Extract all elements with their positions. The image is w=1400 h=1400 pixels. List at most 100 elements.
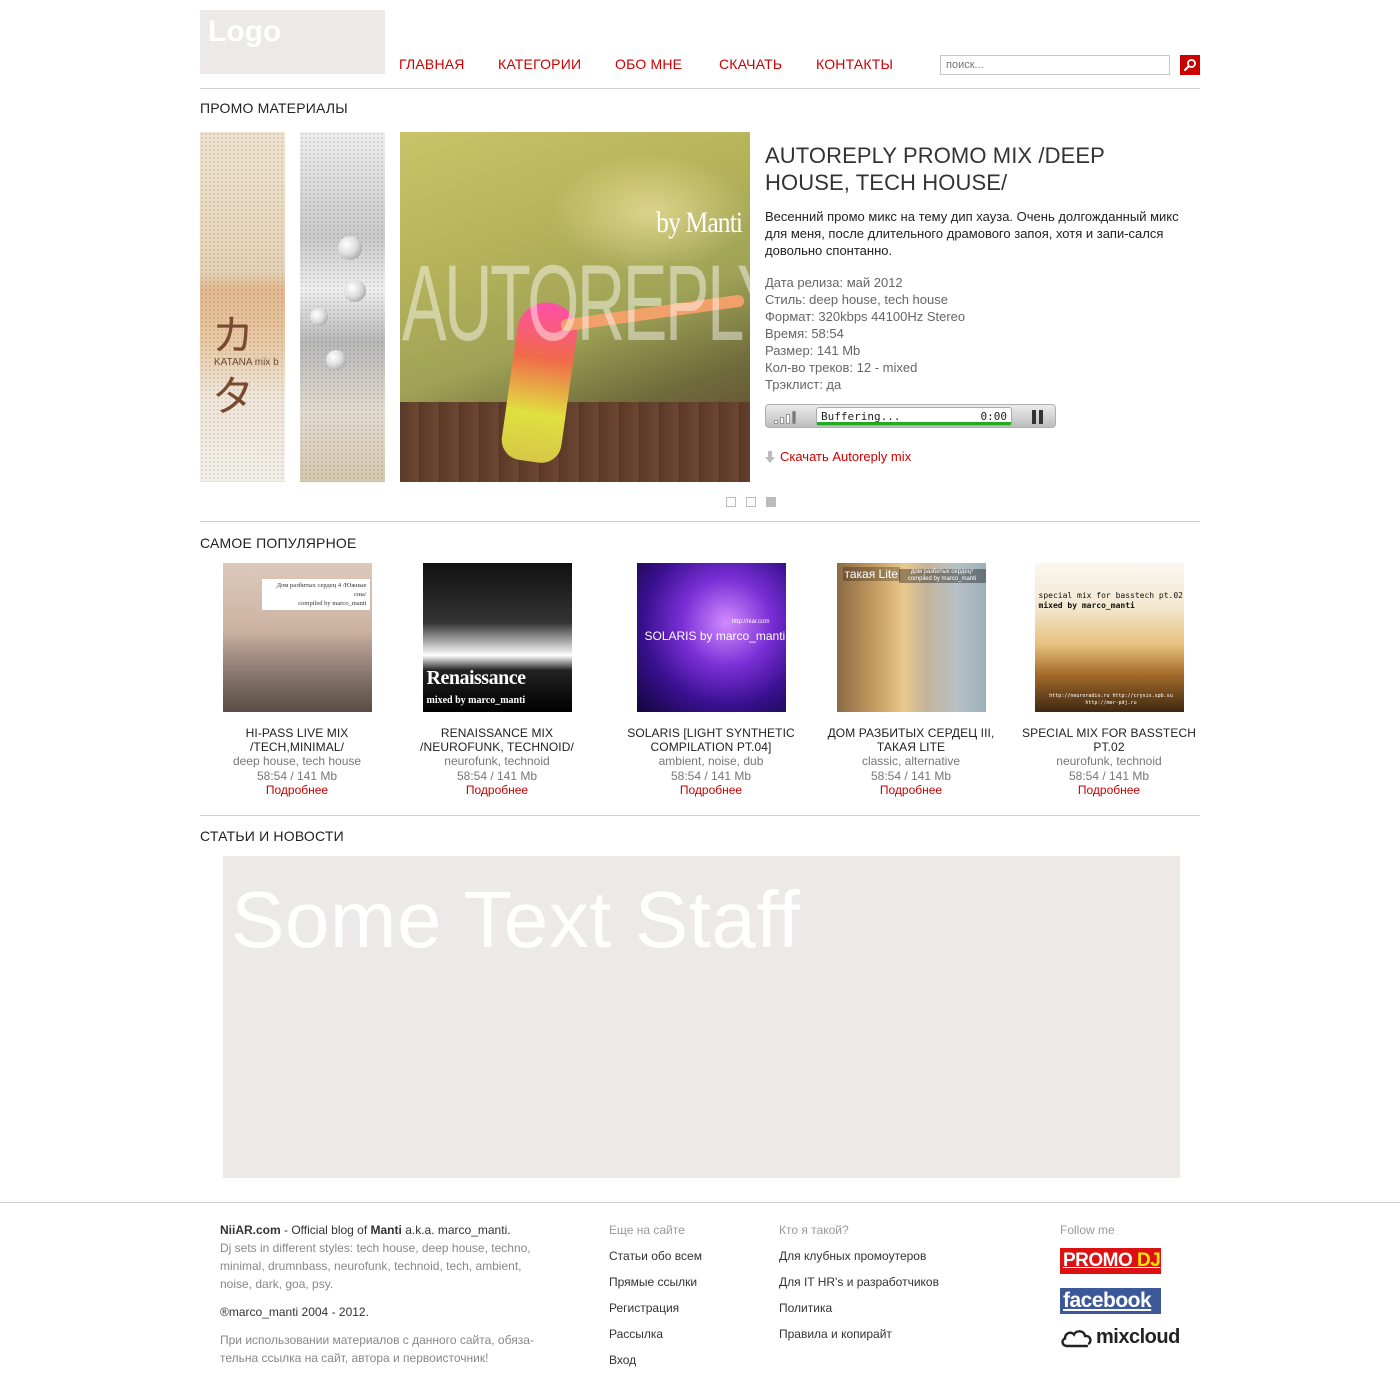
promo-cover-autoreply[interactable]: AUTOREPLY by Manti	[400, 132, 750, 482]
thumb-art-ball	[326, 350, 346, 370]
popular-item-title: SOLARIS [LIGHT SYNTHETIC COMPILATION PT.…	[627, 726, 795, 754]
popular-item-more-link[interactable]: Подробнее	[816, 783, 1006, 798]
popular-item-more-link[interactable]: Подробнее	[202, 783, 392, 798]
thumb-art-ball	[310, 308, 328, 326]
popular-item-title: RENAISSANCE MIX /NEUROFUNK, TECHNOID/	[420, 726, 574, 754]
popular-item-renaissance: Renaissance mixed by marco_manti RENAISS…	[402, 563, 592, 798]
meta-duration: Время: 58:54	[765, 326, 844, 341]
search-icon	[1183, 59, 1196, 72]
promo-divider	[200, 521, 1200, 522]
footer-link-register[interactable]: Регистрация	[609, 1299, 702, 1317]
slider-pager-dot-1[interactable]	[726, 497, 736, 507]
download-link[interactable]: Скачать Autoreply mix	[780, 449, 911, 464]
pause-button[interactable]	[1031, 410, 1045, 424]
meta-style: Стиль: deep house, tech house	[765, 292, 948, 307]
popular-item-size: 58:54 / 141 Mb	[870, 769, 952, 783]
popular-item-solaris: http://niar.com SOLARIS by marco_manti S…	[616, 563, 806, 798]
thumb-art-ball	[344, 280, 366, 302]
popular-cover[interactable]: такая Lite дом разбитых сердец³ compiled…	[836, 563, 986, 712]
footer-styles: Dj sets in different styles: tech house,…	[220, 1241, 531, 1291]
popular-item-more-link[interactable]: Подробнее	[1014, 783, 1204, 798]
nav-item-about[interactable]: ОБО МНЕ	[615, 56, 682, 72]
footer-col-heading: Кто я такой?	[779, 1223, 849, 1237]
popular-item-size: 58:54 / 141 Mb	[670, 769, 752, 783]
cover-title-text: AUTOREPLY	[402, 242, 750, 363]
promo-section-title: ПРОМО МАТЕРИАЛЫ	[200, 100, 348, 116]
popular-cover[interactable]: special mix for basstech pt.02 mixed by …	[1034, 563, 1184, 712]
popular-item-more-link[interactable]: Подробнее	[402, 783, 592, 798]
footer-link-rules[interactable]: Правила и копирайт	[779, 1325, 939, 1343]
footer-link-direct[interactable]: Прямые ссылки	[609, 1273, 702, 1291]
popular-cover[interactable]: Дом разбитых сердец 4 /Южные сны/compile…	[222, 563, 372, 712]
footer-link-promoters[interactable]: Для клубных промоутеров	[779, 1247, 939, 1265]
popular-divider	[200, 815, 1200, 816]
footer-link-login[interactable]: Вход	[609, 1351, 702, 1369]
meta-tracklist: Трэклист: да	[765, 377, 842, 392]
footer-col-site: Еще на сайте Статьи обо всем Прямые ссыл…	[609, 1221, 702, 1369]
footer-copyright: ®marco_manti 2004 - 2012.	[220, 1305, 369, 1319]
search-button[interactable]	[1180, 55, 1200, 75]
footer-author: Manti	[370, 1223, 402, 1237]
footer-notice: При использовании материалов с данного с…	[220, 1333, 534, 1365]
popular-item-genre: neurofunk, technoid	[444, 754, 550, 768]
popular-item-size: 58:54 / 141 Mb	[1068, 769, 1150, 783]
popular-item-size: 58:54 / 141 Mb	[456, 769, 538, 783]
popular-cover[interactable]: http://niar.com SOLARIS by marco_manti	[636, 563, 786, 712]
footer-divider	[0, 1202, 1400, 1203]
popular-item-size: 58:54 / 141 Mb	[256, 769, 338, 783]
header-divider	[200, 88, 1200, 89]
popular-item-title: SPECIAL MIX FOR BASSTECH PT.02	[1022, 726, 1196, 754]
articles-placeholder-text: Some Text Staff	[231, 875, 801, 964]
logo-text: Logo	[208, 15, 282, 48]
nav-item-home[interactable]: ГЛАВНАЯ	[399, 56, 465, 72]
facebook-logo-text: facebook	[1063, 1289, 1152, 1312]
promo-thumb-machine[interactable]	[300, 132, 385, 482]
footer-col-heading: Еще на сайте	[609, 1223, 685, 1237]
popular-item-genre: neurofunk, technoid	[1056, 754, 1162, 768]
promo-description: Весенний промо микс на тему дип хауза. О…	[765, 209, 1179, 258]
slider-pager-dot-2[interactable]	[746, 497, 756, 507]
footer-about: NiiAR.com - Official blog of Manti a.k.a…	[220, 1221, 550, 1367]
audio-player: Buffering... 0:00	[765, 404, 1056, 428]
nav-item-contacts[interactable]: КОНТАКТЫ	[816, 56, 893, 72]
promo-title: AUTOREPLY PROMO MIX /DEEP HOUSE, TECH HO…	[765, 143, 1105, 195]
volume-icon[interactable]	[774, 410, 806, 424]
search-input[interactable]	[940, 55, 1170, 75]
player-progress-track[interactable]: Buffering... 0:00	[816, 407, 1012, 426]
popular-item-basstech: special mix for basstech pt.02 mixed by …	[1014, 563, 1204, 798]
popular-section-title: САМОЕ ПОПУЛЯРНОЕ	[200, 535, 357, 551]
footer-link-it-hr[interactable]: Для IT HR's и разработчиков	[779, 1273, 939, 1291]
facebook-link[interactable]: facebook	[1060, 1288, 1161, 1314]
footer-link-newsletter[interactable]: Рассылка	[609, 1325, 702, 1343]
popular-item-title: ДОМ РАЗБИТЫХ СЕРДЕЦ III, ТАКАЯ LITE	[827, 726, 995, 754]
footer-col-about: Кто я такой? Для клубных промоутеров Для…	[779, 1221, 939, 1343]
promo-thumb-katana[interactable]: カタ KATANA mix b	[200, 132, 285, 482]
meta-track-count: Кол-во треков: 12 - mixed	[765, 360, 918, 375]
popular-item-genre: ambient, noise, dub	[658, 754, 764, 768]
cover-byline: by Manti	[656, 206, 743, 239]
mixcloud-link[interactable]: mixcloud	[1060, 1326, 1180, 1350]
footer-col-heading: Follow me	[1060, 1223, 1115, 1237]
popular-item-title: HI-PASS LIVE MIX /TECH,MINIMAL/	[245, 726, 349, 754]
popular-item-more-link[interactable]: Подробнее	[616, 783, 806, 798]
nav-item-download[interactable]: СКАЧАТЬ	[719, 56, 782, 72]
download-arrow-icon	[765, 451, 775, 463]
footer-link-policy[interactable]: Политика	[779, 1299, 939, 1317]
articles-section-title: СТАТЬИ И НОВОСТИ	[200, 828, 344, 844]
nav-item-categories[interactable]: КАТЕГОРИИ	[498, 56, 581, 72]
meta-size: Размер: 141 Mb	[765, 343, 861, 358]
thumb-art-ball	[338, 236, 362, 260]
popular-item-hipass: Дом разбитых сердец 4 /Южные сны/compile…	[202, 563, 392, 798]
popular-item-genre: deep house, tech house	[232, 754, 362, 768]
promodj-link[interactable]: PROMO DJ	[1060, 1248, 1161, 1274]
footer-link-articles[interactable]: Статьи обо всем	[609, 1247, 702, 1265]
thumb-cover-caption: KATANA mix b	[214, 357, 279, 368]
promo-meta-list: Дата релиза: май 2012 Стиль: deep house,…	[765, 274, 965, 393]
cloud-icon	[1061, 1330, 1092, 1348]
slider-pager-dot-3[interactable]	[766, 497, 776, 507]
meta-format: Формат: 320kbps 44100Hz Stereo	[765, 309, 966, 324]
articles-placeholder: Some Text Staff	[223, 856, 1180, 1178]
site-logo[interactable]: Logo	[200, 10, 385, 74]
popular-cover[interactable]: Renaissance mixed by marco_manti	[422, 563, 572, 712]
footer-col-follow: Follow me	[1060, 1221, 1115, 1239]
